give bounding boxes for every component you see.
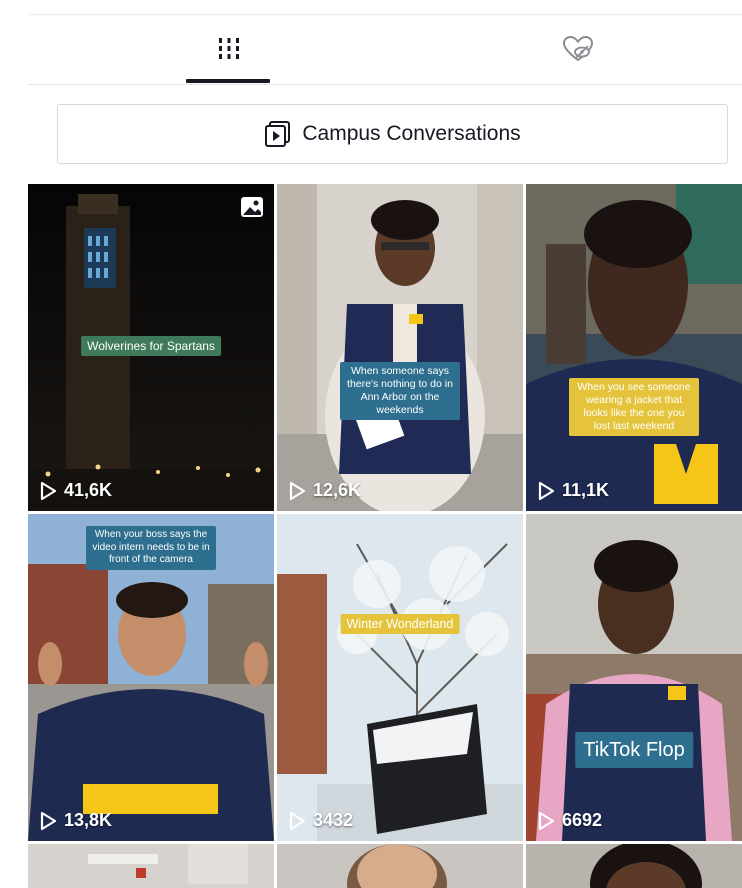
- hidden-heart-icon: [562, 35, 594, 62]
- video-thumbnail: [277, 514, 523, 841]
- video-caption: When someone says there's nothing to do …: [340, 362, 460, 420]
- video-caption: When your boss says the video intern nee…: [86, 526, 216, 570]
- video-thumbnail: [28, 844, 274, 888]
- tab-liked[interactable]: [528, 15, 628, 83]
- video-caption: When you see someone wearing a jacket th…: [569, 378, 699, 436]
- playlist-button[interactable]: Campus Conversations: [57, 104, 728, 164]
- view-count-label: 12,6K: [313, 480, 362, 500]
- view-count: 6692: [536, 810, 602, 831]
- video-tile[interactable]: When you see someone wearing a jacket th…: [526, 184, 742, 511]
- view-count-label: 3432: [313, 810, 354, 830]
- play-icon: [538, 481, 555, 500]
- video-thumbnail: [526, 844, 742, 888]
- video-tile[interactable]: TikTok Flop 6692: [526, 514, 742, 841]
- video-caption: Wolverines for Spartans: [81, 336, 221, 356]
- view-count: 13,8K: [38, 810, 112, 831]
- photo-icon: [240, 196, 264, 218]
- view-count-label: 11,1K: [562, 480, 610, 500]
- video-thumbnail: [277, 844, 523, 888]
- play-icon: [538, 811, 555, 830]
- tab-videos[interactable]: [186, 15, 272, 83]
- play-icon: [40, 481, 57, 500]
- video-tile[interactable]: When someone says there's nothing to do …: [277, 184, 523, 511]
- view-count: 41,6K: [38, 480, 112, 501]
- playlist-label: Campus Conversations: [302, 122, 521, 145]
- view-count-label: 6692: [562, 810, 603, 830]
- video-tile[interactable]: [28, 844, 274, 888]
- video-thumbnail: [526, 514, 742, 841]
- active-tab-indicator: [186, 79, 270, 83]
- grid-icon: [219, 38, 239, 59]
- video-caption: Winter Wonderland: [340, 614, 460, 634]
- video-thumbnail: [526, 184, 742, 511]
- video-thumbnail: [277, 184, 523, 511]
- video-caption: TikTok Flop: [575, 732, 693, 768]
- playlist-icon: [265, 121, 291, 147]
- view-count-label: 41,6K: [64, 480, 113, 500]
- play-icon: [40, 811, 57, 830]
- play-icon: [289, 811, 306, 830]
- tabs-divider: [28, 84, 742, 85]
- play-icon: [289, 481, 306, 500]
- video-grid: Wolverines for Spartans 41,6K When someo…: [28, 184, 742, 888]
- video-tile[interactable]: [526, 844, 742, 888]
- view-count: 11,1K: [536, 480, 609, 501]
- video-tile[interactable]: When your boss says the video intern nee…: [28, 514, 274, 841]
- video-tile[interactable]: Wolverines for Spartans 41,6K: [28, 184, 274, 511]
- profile-tabs: [28, 15, 742, 85]
- view-count: 12,6K: [287, 480, 361, 501]
- view-count: 3432: [287, 810, 353, 831]
- video-tile[interactable]: [277, 844, 523, 888]
- video-tile[interactable]: Winter Wonderland 3432: [277, 514, 523, 841]
- view-count-label: 13,8K: [64, 810, 113, 830]
